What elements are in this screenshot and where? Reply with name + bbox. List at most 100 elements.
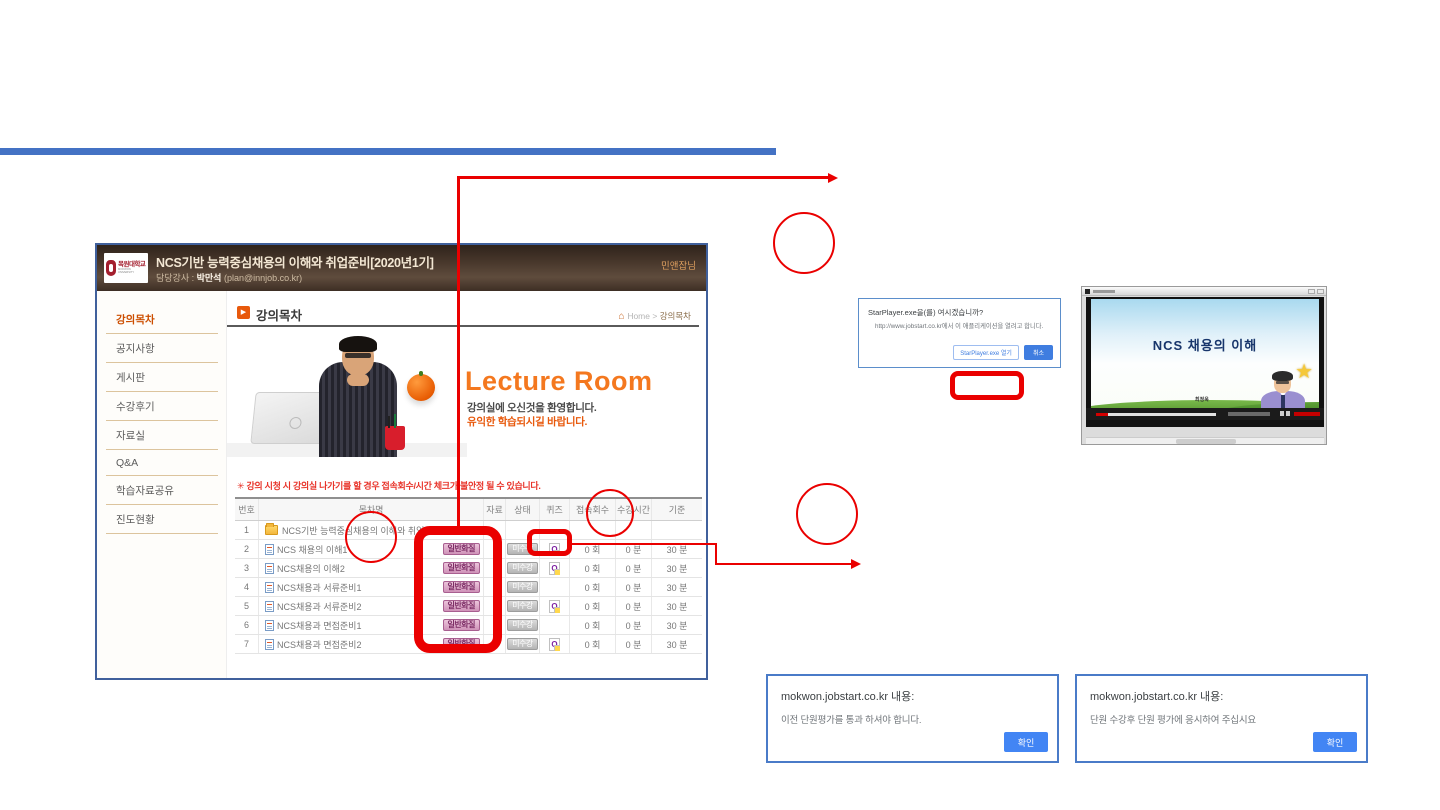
annotation-arrow2-head — [851, 559, 861, 569]
window-controls[interactable] — [1308, 289, 1324, 294]
scrollbar-thumb[interactable] — [1176, 439, 1236, 444]
table-cell: 2 — [235, 540, 259, 558]
alert-ok-button[interactable]: 확인 — [1313, 732, 1357, 752]
university-emblem-icon — [106, 260, 116, 276]
instructor-photo-hair — [339, 336, 377, 352]
course-title: NCS기반 능력중심채용의 이해와 취업준비[2020년1기] — [156, 252, 434, 271]
table-cell: 0 회 — [570, 578, 616, 596]
sidebar-item[interactable]: 진도현황 — [106, 505, 218, 534]
starplayer-cancel-button[interactable]: 취소 — [1024, 345, 1053, 360]
lecture-title-link[interactable]: NCS채용과 면접준비2 — [277, 638, 361, 651]
progress-bar[interactable] — [1096, 413, 1216, 416]
document-icon — [265, 639, 274, 650]
quiz-icon[interactable]: Q — [549, 600, 560, 613]
slide-canvas: 목원대학교 MOKWON UNIVERSITY NCS기반 능력중심채용의 이해… — [0, 0, 1440, 810]
lecture-title-link[interactable]: NCS채용과 서류준비2 — [277, 600, 361, 613]
quiz-icon[interactable]: Q — [549, 543, 560, 556]
table-cell — [652, 521, 702, 539]
table-cell: 30 분 — [652, 635, 702, 653]
table-header-cell: 자료 — [484, 499, 506, 520]
table-row: 1NCS기반 능력중심채용의 이해와 취업준비 — [235, 521, 702, 540]
status-badge: 미수강 — [507, 562, 538, 575]
player-buttons[interactable] — [1280, 411, 1284, 416]
table-cell: 30 분 — [652, 578, 702, 596]
minimize-icon[interactable] — [1308, 289, 1315, 294]
table-cell — [506, 521, 540, 539]
table-row: 4NCS채용과 서류준비1일반화질미수강0 회0 분30 분 — [235, 578, 702, 597]
status-badge: 미수강 — [507, 638, 538, 651]
close-icon[interactable] — [1317, 289, 1324, 294]
quiz-icon[interactable]: Q — [549, 562, 560, 575]
quiz-icon[interactable]: Q — [549, 638, 560, 651]
status-badge: 미수강 — [507, 543, 538, 556]
lms-main: ▶ 강의목차 ⌂ Home > 강의목차 — [227, 291, 706, 678]
document-icon — [265, 582, 274, 593]
table-cell: 미수강 — [506, 616, 540, 634]
quality-button[interactable]: 일반화질 — [443, 581, 480, 594]
lecture-title-link[interactable]: NCS채용과 서류준비1 — [277, 581, 361, 594]
alert-ok-button[interactable]: 확인 — [1004, 732, 1048, 752]
glasses-icon — [345, 353, 371, 358]
table-cell: 0 분 — [616, 578, 652, 596]
starplayer-dialog-body: http://www.jobstart.co.kr에서 이 애플리케이션을 열려… — [875, 321, 1043, 330]
banner-welcome-line1: 강의실에 오신것을 환영합니다. — [467, 400, 597, 415]
starplayer-dialog: StarPlayer.exe을(를) 여시겠습니까? http://www.jo… — [858, 298, 1061, 368]
quality-button[interactable]: 일반화질 — [443, 619, 480, 632]
table-cell: NCS채용과 서류준비2 일반화질 — [259, 597, 484, 615]
sidebar-item[interactable]: Q&A — [106, 450, 218, 476]
table-cell: 미수강 — [506, 559, 540, 577]
table-header-cell: 수강시간 — [616, 499, 652, 520]
lms-body: 강의목차공지사항게시판수강후기자료실Q&A학습자료공유진도현황 ▶ 강의목차 ⌂… — [97, 291, 706, 678]
alert-dialog-right: mokwon.jobstart.co.kr 내용: 단원 수강후 단원 평가에 … — [1075, 674, 1368, 763]
table-row: 5NCS채용과 서류준비2일반화질미수강Q0 회0 분30 분 — [235, 597, 702, 616]
quality-button[interactable]: 일반화질 — [443, 543, 480, 556]
table-cell: 0 회 — [570, 616, 616, 634]
table-header-cell: 기준 — [652, 499, 702, 520]
video-content[interactable]: NCS 채용의 이해 최정욱 ★ — [1091, 299, 1319, 416]
time-display — [1228, 412, 1270, 416]
page-title-row: ▶ 강의목차 ⌂ Home > 강의목차 — [227, 301, 699, 327]
instructor-info: 담당강사 : 박만석 (plan@innjob.co.kr) — [156, 271, 302, 284]
presenter-name: 최정욱 — [1195, 396, 1209, 403]
folder-title[interactable]: NCS기반 능력중심채용의 이해와 취업준비 — [282, 524, 441, 537]
volume-bar[interactable] — [1294, 412, 1320, 416]
lecture-title-link[interactable]: NCS 채용의 이해1 — [277, 543, 347, 556]
table-cell — [484, 521, 506, 539]
table-header-cell: 상태 — [506, 499, 540, 520]
lecture-title-link[interactable]: NCS채용의 이해2 — [277, 562, 345, 575]
table-cell: Q — [540, 559, 570, 577]
table-header-cell: 번호 — [235, 499, 259, 520]
breadcrumb-separator: > — [652, 311, 657, 321]
alert-origin: mokwon.jobstart.co.kr 내용: — [1090, 688, 1223, 704]
table-cell: 0 분 — [616, 635, 652, 653]
sidebar-item[interactable]: 강의목차 — [106, 305, 218, 334]
table-cell: 30 분 — [652, 597, 702, 615]
table-row: 3NCS채용의 이해2일반화질미수강Q0 회0 분30 분 — [235, 559, 702, 578]
sidebar-item[interactable]: 공지사항 — [106, 334, 218, 363]
video-slide-title: NCS 채용의 이해 — [1091, 335, 1319, 354]
sidebar-item[interactable]: 게시판 — [106, 363, 218, 392]
starplayer-open-button[interactable]: StarPlayer.exe 열기 — [953, 345, 1019, 360]
horizontal-scrollbar[interactable] — [1086, 437, 1324, 444]
table-cell: 0 회 — [570, 540, 616, 558]
quality-button[interactable]: 일반화질 — [443, 600, 480, 613]
document-icon — [265, 563, 274, 574]
table-cell: Q — [540, 540, 570, 558]
video-player-window: NCS 채용의 이해 최정욱 ★ — [1081, 286, 1327, 445]
banner-title: Lecture Room — [465, 366, 653, 397]
status-badge: 미수강 — [507, 619, 538, 632]
quality-button[interactable]: 일반화질 — [443, 562, 480, 575]
video-stage: NCS 채용의 이해 최정욱 ★ — [1086, 297, 1324, 427]
status-badge: 미수강 — [507, 581, 538, 594]
lecture-title-link[interactable]: NCS채용과 면접준비1 — [277, 619, 361, 632]
quality-button[interactable]: 일반화질 — [443, 638, 480, 651]
instructor-email: (plan@innjob.co.kr) — [221, 273, 302, 283]
breadcrumb-home[interactable]: Home — [627, 311, 650, 321]
annotation-rect-open-button — [950, 371, 1024, 400]
slide-accent-bar — [0, 148, 776, 155]
sidebar-item[interactable]: 학습자료공유 — [106, 476, 218, 505]
sidebar-item[interactable]: 수강후기 — [106, 392, 218, 421]
video-player-titlebar[interactable] — [1082, 287, 1326, 296]
sidebar-item[interactable]: 자료실 — [106, 421, 218, 450]
logged-in-user[interactable]: 민앤잡님 — [661, 258, 696, 272]
